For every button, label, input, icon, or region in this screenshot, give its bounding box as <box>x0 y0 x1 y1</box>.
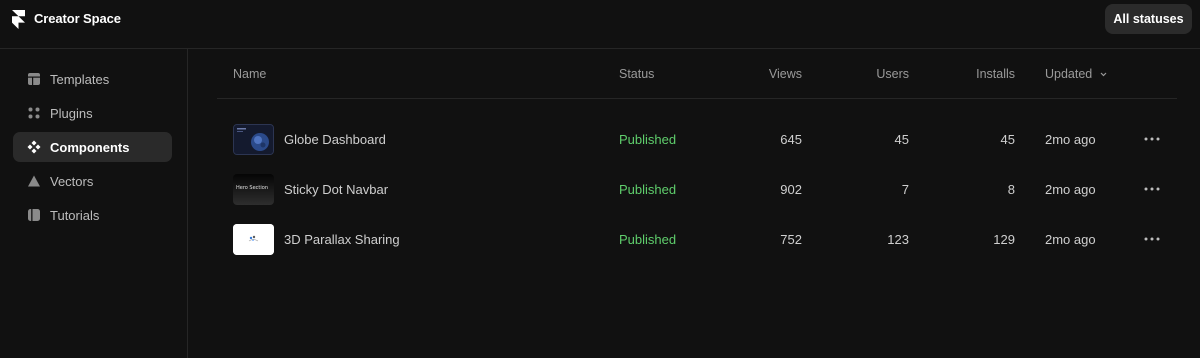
sidebar-item-label: Components <box>50 140 130 155</box>
components-icon <box>27 140 41 154</box>
more-options-icon[interactable] <box>1142 230 1162 248</box>
framer-logo-icon[interactable] <box>12 10 25 29</box>
tutorials-icon <box>28 209 40 221</box>
row-name[interactable]: 3D Parallax Sharing <box>284 232 400 247</box>
row-installs: 8 <box>1007 182 1015 197</box>
column-header-views[interactable]: Views <box>742 67 802 81</box>
column-header-installs[interactable]: Installs <box>955 67 1015 81</box>
column-header-updated[interactable]: Updated <box>1045 67 1108 81</box>
table-row[interactable]: Globe Dashboard Published 645 45 45 2mo … <box>217 124 1177 174</box>
row-updated: 2mo ago <box>1045 232 1096 247</box>
sidebar-item-label: Tutorials <box>50 208 100 223</box>
table-row[interactable]: 3D Parallax Sharing Published 752 123 12… <box>217 224 1177 274</box>
more-options-icon[interactable] <box>1142 180 1162 198</box>
sidebar: Templates Plugins Components Vectors Tut… <box>0 49 188 358</box>
row-installs: 129 <box>993 232 1015 247</box>
row-updated: 2mo ago <box>1045 182 1096 197</box>
status-filter-button[interactable]: All statuses <box>1105 4 1192 34</box>
row-installs: 45 <box>1000 132 1015 147</box>
vectors-icon <box>28 175 40 187</box>
row-views: 645 <box>780 132 802 147</box>
row-views: 752 <box>780 232 802 247</box>
row-users: 45 <box>894 132 909 147</box>
column-header-updated-label: Updated <box>1045 67 1093 81</box>
status-badge: Published <box>619 182 677 197</box>
column-header-users[interactable]: Users <box>849 67 909 81</box>
sticky-dot-navbar-thumbnail: Hero Section <box>233 174 274 205</box>
3d-parallax-sharing-thumbnail <box>233 224 274 255</box>
status-badge: Published <box>619 232 677 247</box>
table-row[interactable]: Hero Section Sticky Dot Navbar Published… <box>217 174 1177 224</box>
templates-icon <box>28 73 40 86</box>
sidebar-item-label: Plugins <box>50 106 93 121</box>
thumbnail-caption: Hero Section <box>236 185 269 191</box>
row-updated: 2mo ago <box>1045 132 1096 147</box>
sidebar-item-templates[interactable]: Templates <box>13 64 172 94</box>
column-header-status[interactable]: Status <box>619 67 654 81</box>
column-header-name[interactable]: Name <box>233 67 266 81</box>
more-options-icon[interactable] <box>1142 130 1162 148</box>
status-badge: Published <box>619 132 677 147</box>
plugins-icon <box>28 107 40 119</box>
chevron-down-icon <box>1100 72 1107 77</box>
table-header: Name Status Views Users Installs Updated <box>217 49 1177 99</box>
row-users: 123 <box>887 232 909 247</box>
sidebar-item-tutorials[interactable]: Tutorials <box>13 200 172 230</box>
sidebar-item-plugins[interactable]: Plugins <box>13 98 172 128</box>
globe-dashboard-thumbnail <box>233 124 274 155</box>
sidebar-item-label: Vectors <box>50 174 94 189</box>
sidebar-item-vectors[interactable]: Vectors <box>13 166 172 196</box>
row-name[interactable]: Sticky Dot Navbar <box>284 182 388 197</box>
row-name[interactable]: Globe Dashboard <box>284 132 386 147</box>
top-bar: Creator Space All statuses <box>0 0 1200 49</box>
sidebar-item-label: Templates <box>50 72 110 87</box>
row-users: 7 <box>901 182 909 197</box>
brand-title: Creator Space <box>34 11 121 26</box>
row-views: 902 <box>780 182 802 197</box>
sidebar-item-components[interactable]: Components <box>13 132 172 162</box>
